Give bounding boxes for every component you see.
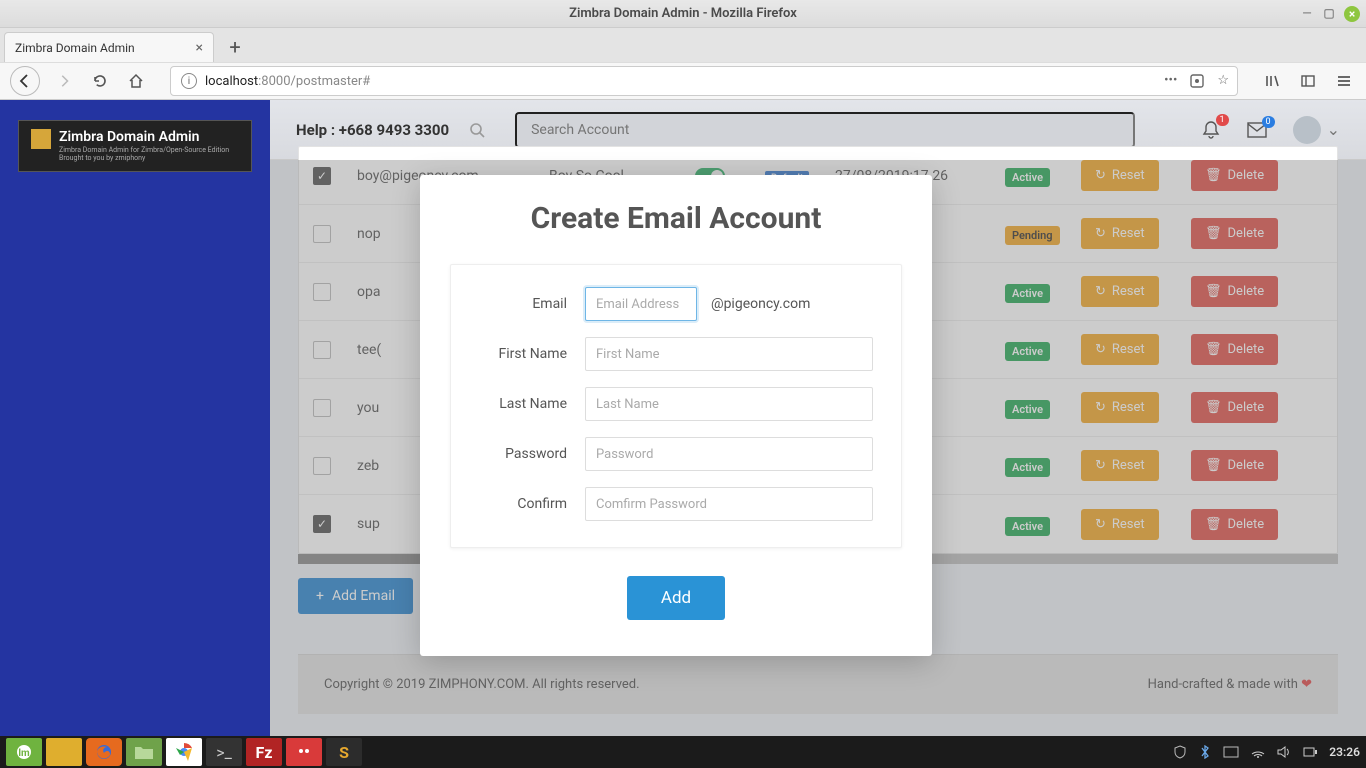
modal-form: Email @pigeoncy.com First Name Last Name… [450, 264, 902, 548]
hamburger-menu-icon[interactable] [1332, 69, 1356, 93]
add-button[interactable]: Add [627, 576, 725, 620]
taskbar-terminal-icon[interactable]: >_ [206, 738, 242, 766]
label-password: Password [479, 446, 585, 462]
page-actions-icon[interactable]: ••• [1164, 73, 1177, 89]
tray-clock[interactable]: 23:26 [1329, 745, 1360, 759]
app-logo[interactable]: Zimbra Domain Admin Zimbra Domain Admin … [18, 120, 252, 172]
browser-tabstrip: Zimbra Domain Admin × + [0, 28, 1366, 62]
taskbar-app-icon[interactable] [286, 738, 322, 766]
nav-back-button[interactable] [10, 66, 40, 96]
logo-title: Zimbra Domain Admin [59, 129, 229, 146]
new-tab-button[interactable]: + [220, 32, 250, 62]
tab-close-icon[interactable]: × [196, 40, 203, 56]
url-host: localhost [205, 74, 258, 89]
nav-forward-button[interactable] [52, 69, 76, 93]
first-name-field[interactable] [585, 337, 873, 371]
nav-reload-button[interactable] [88, 69, 112, 93]
confirm-password-field[interactable] [585, 487, 873, 521]
logo-sub2: Brought to you by zmiphony [59, 154, 229, 162]
system-tray: 23:26 [1173, 745, 1360, 759]
window-minimize-icon[interactable]: — [1300, 6, 1314, 20]
tray-volume-icon[interactable] [1277, 746, 1291, 758]
email-field[interactable] [585, 287, 697, 321]
library-icon[interactable] [1260, 69, 1284, 93]
os-titlebar: Zimbra Domain Admin - Mozilla Firefox — … [0, 0, 1366, 28]
start-menu-button[interactable]: lm [6, 738, 42, 766]
taskbar-filemanager-icon[interactable] [126, 738, 162, 766]
user-menu[interactable]: ⌄ [1293, 116, 1340, 144]
taskbar-filezilla-icon[interactable]: Fz [246, 738, 282, 766]
last-name-field[interactable] [585, 387, 873, 421]
email-domain-suffix: @pigeoncy.com [711, 296, 810, 312]
bell-badge: 1 [1216, 114, 1229, 126]
tray-shield-icon[interactable] [1173, 745, 1187, 759]
reader-icon[interactable] [1189, 73, 1205, 89]
sidebar: Zimbra Domain Admin Zimbra Domain Admin … [0, 100, 270, 768]
browser-toolbar: i localhost:8000/postmaster# ••• ☆ [0, 62, 1366, 100]
label-confirm: Confirm [479, 496, 585, 512]
search-account-input[interactable] [515, 112, 1135, 148]
modal-title: Create Email Account [450, 201, 902, 236]
window-maximize-icon[interactable]: ▢ [1322, 6, 1336, 20]
avatar [1293, 116, 1321, 144]
label-first-name: First Name [479, 346, 585, 362]
site-info-icon[interactable]: i [181, 73, 197, 89]
label-email: Email [479, 296, 585, 312]
tray-battery-icon[interactable] [1303, 747, 1317, 757]
browser-tab[interactable]: Zimbra Domain Admin × [4, 32, 214, 62]
search-icon[interactable] [469, 122, 485, 138]
svg-text:lm: lm [18, 748, 30, 759]
taskbar-chrome-icon[interactable] [166, 738, 202, 766]
mail-icon[interactable]: 0 [1247, 122, 1267, 138]
nav-home-button[interactable] [124, 69, 148, 93]
label-last-name: Last Name [479, 396, 585, 412]
create-email-modal: Create Email Account Email @pigeoncy.com… [420, 175, 932, 656]
password-field[interactable] [585, 437, 873, 471]
taskbar-firefox-icon[interactable] [86, 738, 122, 766]
sidebar-icon[interactable] [1296, 69, 1320, 93]
chevron-down-icon: ⌄ [1327, 120, 1340, 139]
mail-badge: 0 [1262, 116, 1275, 128]
taskbar-sublime-icon[interactable]: S [326, 738, 362, 766]
os-taskbar: lm >_ Fz S 23:26 [0, 736, 1366, 768]
logo-mark [31, 129, 51, 149]
logo-sub1: Zimbra Domain Admin for Zimbra/Open-Sour… [59, 146, 229, 154]
window-close-icon[interactable]: × [1344, 6, 1360, 22]
taskbar-files-icon[interactable] [46, 738, 82, 766]
url-bar[interactable]: i localhost:8000/postmaster# ••• ☆ [170, 66, 1238, 96]
bookmark-star-icon[interactable]: ☆ [1217, 73, 1229, 89]
url-path: /postmaster# [291, 74, 371, 89]
tray-keyboard-icon[interactable] [1223, 746, 1239, 758]
tab-title: Zimbra Domain Admin [15, 41, 135, 55]
tray-bluetooth-icon[interactable] [1199, 745, 1211, 759]
window-title: Zimbra Domain Admin - Mozilla Firefox [569, 6, 797, 21]
url-port: :8000 [258, 74, 290, 89]
help-text: Help : +668 9493 3300 [296, 121, 449, 139]
notification-bell[interactable]: 1 [1201, 120, 1221, 140]
tray-network-icon[interactable] [1251, 746, 1265, 758]
